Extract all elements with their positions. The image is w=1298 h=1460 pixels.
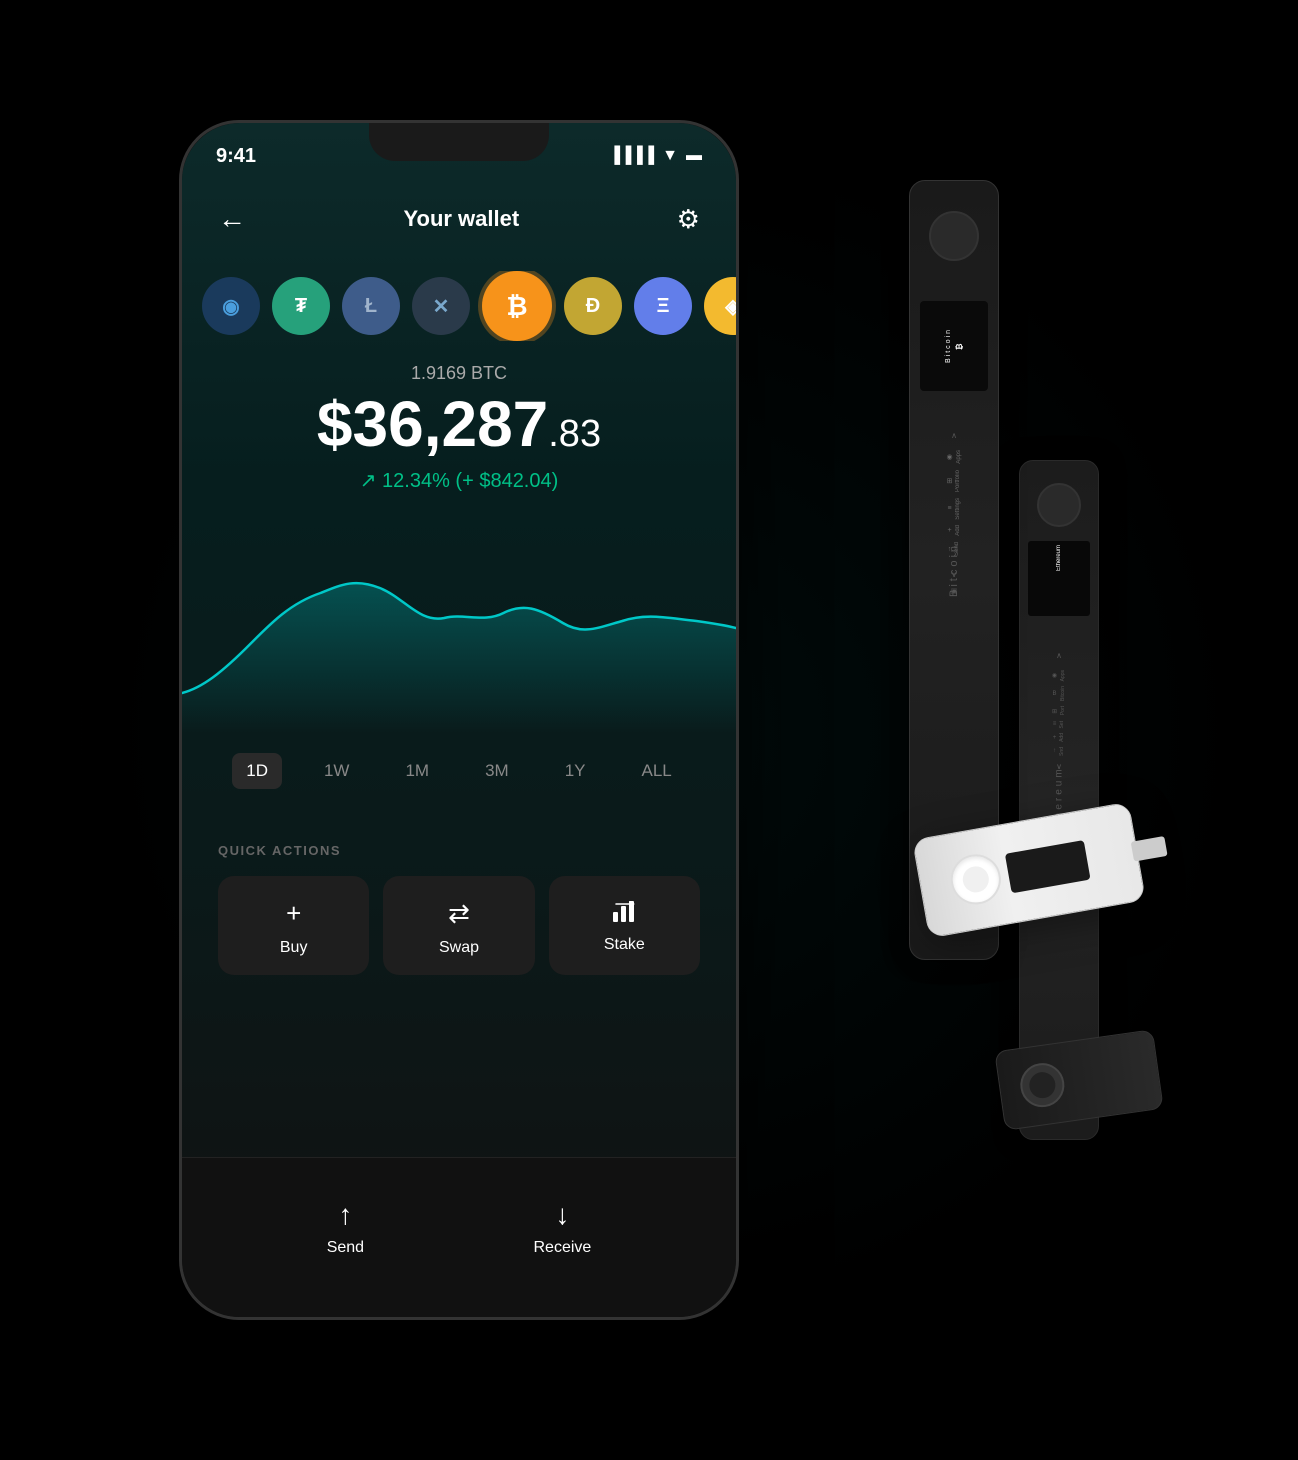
send-icon: ↑	[338, 1199, 352, 1231]
battery-icon: ▬	[686, 147, 702, 165]
buy-icon: +	[286, 898, 301, 929]
ledger-short-button[interactable]	[1037, 483, 1081, 527]
header-title: Your wallet	[403, 206, 519, 232]
stake-icon	[610, 898, 638, 926]
stake-label: Stake	[604, 936, 645, 954]
time-btn-1y[interactable]: 1Y	[551, 753, 600, 789]
status-time: 9:41	[216, 145, 256, 168]
phone-vol-up-button	[179, 363, 182, 443]
time-btn-1m[interactable]: 1M	[391, 753, 443, 789]
coin-litecoin[interactable]: Ł	[342, 277, 400, 335]
coin-dogecoin[interactable]: Ð	[564, 277, 622, 335]
time-btn-all[interactable]: ALL	[628, 753, 686, 789]
buy-button[interactable]: + Buy	[218, 876, 369, 975]
receive-icon: ↓	[555, 1199, 569, 1231]
send-label: Send	[327, 1239, 364, 1257]
price-chart	[182, 513, 736, 733]
ledger-tall-screen: ₿ Bitcoin	[920, 301, 988, 391]
coin-binance[interactable]: ◈	[704, 277, 736, 335]
price-change: ↗ 12.34% (+ $842.04)	[218, 468, 700, 493]
time-btn-1d[interactable]: 1D	[232, 753, 282, 789]
ledger-plug-button[interactable]	[1018, 1060, 1068, 1110]
nano-white-button[interactable]	[947, 850, 1005, 908]
action-buttons: + Buy ⇄ Swap	[218, 876, 700, 975]
receive-button[interactable]: ↓ Receive	[533, 1199, 591, 1257]
price-cents: .83	[548, 413, 601, 455]
coin-tether[interactable]: ₮	[272, 277, 330, 335]
receive-label: Receive	[533, 1239, 591, 1257]
coin-bitcoin[interactable]: ₿	[482, 271, 552, 341]
time-btn-3m[interactable]: 3M	[471, 753, 523, 789]
btc-amount: 1.9169 BTC	[218, 363, 700, 384]
swap-button[interactable]: ⇄ Swap	[383, 876, 534, 975]
swap-icon: ⇄	[448, 898, 470, 929]
app-header: ← Your wallet ⚙	[182, 183, 736, 255]
phone-mute-button	[179, 283, 182, 333]
quick-actions-label: QUICK ACTIONS	[218, 843, 700, 858]
ledger-short-screen: Ethereum	[1028, 541, 1090, 616]
buy-label: Buy	[280, 939, 308, 957]
swap-label: Swap	[439, 939, 479, 957]
bottom-bar: ↑ Send ↓ Receive	[182, 1157, 736, 1317]
phone-vol-down-button	[179, 463, 182, 543]
nano-white-usb	[1131, 836, 1168, 862]
scene: 9:41 ▐▐▐▐ ▼ ▬ ← Your wallet ⚙ ◉ ₮ Ł ✕ ₿	[99, 40, 1199, 1420]
phone-power-button	[736, 323, 739, 403]
coin-xrp[interactable]: ✕	[412, 277, 470, 335]
ledger-tall-brand-text: Bitcoin	[948, 543, 960, 597]
send-button[interactable]: ↑ Send	[327, 1199, 364, 1257]
quick-actions-section: QUICK ACTIONS + Buy ⇄ Swap	[182, 843, 736, 975]
coin-ethereum[interactable]: Ξ	[634, 277, 692, 335]
back-button[interactable]: ←	[218, 203, 246, 235]
time-range-selector: 1D 1W 1M 3M 1Y ALL	[182, 753, 736, 789]
ledger-short-menu: ∧ ◉ Apps B Bitcoin ⊞ Port ≡ Set	[1052, 651, 1066, 771]
settings-icon[interactable]: ⚙	[677, 204, 700, 235]
phone-device: 9:41 ▐▐▐▐ ▼ ▬ ← Your wallet ⚙ ◉ ₮ Ł ✕ ₿	[179, 120, 739, 1320]
wifi-icon: ▼	[662, 147, 678, 165]
status-icons: ▐▐▐▐ ▼ ▬	[609, 147, 702, 165]
stake-button[interactable]: Stake	[549, 876, 700, 975]
price-main: $36,287.83	[218, 392, 700, 456]
price-section: 1.9169 BTC $36,287.83 ↗ 12.34% (+ $842.0…	[182, 363, 736, 493]
price-dollars: $36,287	[317, 388, 548, 460]
nano-white-screen	[1005, 840, 1091, 893]
time-btn-1w[interactable]: 1W	[310, 753, 364, 789]
ledger-top-button[interactable]	[929, 211, 979, 261]
phone-notch	[369, 123, 549, 161]
coin-unknown[interactable]: ◉	[202, 277, 260, 335]
crypto-row: ◉ ₮ Ł ✕ ₿ Ð Ξ ◈ A	[182, 271, 736, 341]
signal-icon: ▐▐▐▐	[609, 147, 654, 165]
chart-container	[182, 513, 736, 733]
